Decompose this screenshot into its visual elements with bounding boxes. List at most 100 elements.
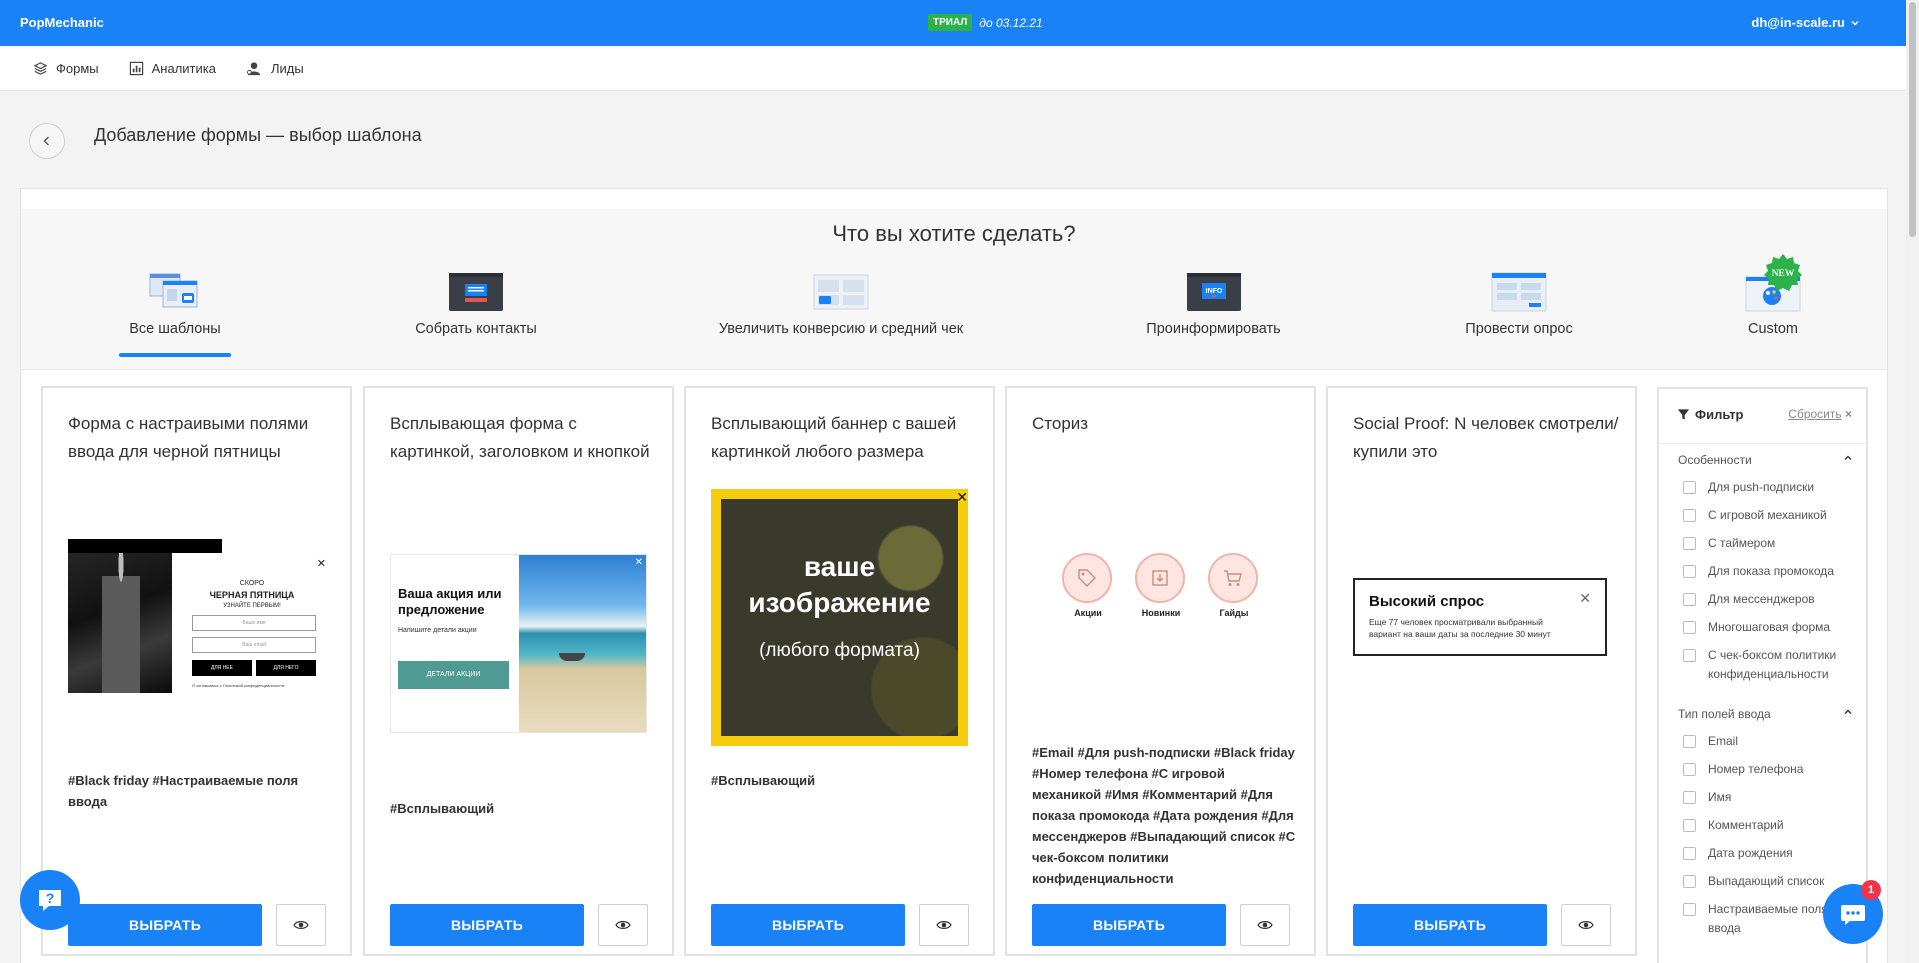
nav-item-forms[interactable]: Формы (33, 61, 99, 76)
select-button[interactable]: ВЫБРАТЬ (390, 904, 584, 946)
checkbox[interactable] (1683, 537, 1696, 550)
card-preview[interactable]: Ваша акция или предложение Напишите дета… (390, 554, 647, 733)
story-item: Гайды (1208, 553, 1260, 618)
checkbox[interactable] (1683, 903, 1696, 916)
checkbox[interactable] (1683, 819, 1696, 832)
checkbox[interactable] (1683, 565, 1696, 578)
card-preview[interactable]: ваше изображение (любого формата) ✕ (711, 489, 968, 746)
checkbox[interactable] (1683, 791, 1696, 804)
trial-date: до 03.12.21 (979, 15, 1043, 30)
help-question-icon: ? (39, 890, 61, 911)
brand-logo[interactable]: PopMechanic (20, 15, 104, 30)
select-button[interactable]: ВЫБРАТЬ (1032, 904, 1226, 946)
filter-option[interactable]: Выпадающий список (1683, 872, 1858, 891)
preview-close-icon: ✕ (956, 489, 968, 505)
card-preview[interactable]: Акции Новинки Гайды (1032, 553, 1292, 633)
close-icon: × (1844, 407, 1852, 421)
category-all-templates[interactable]: Все шаблоны (119, 271, 231, 337)
new-badge-text: NEW (1772, 269, 1795, 279)
filter-panel: Фильтр Сбросить × Особенности Для push-п… (1657, 387, 1868, 963)
preview-button[interactable] (1561, 904, 1611, 946)
card-preview[interactable]: ✕ СКОРО ЧЕРНАЯ ПЯТНИЦА УЗНАЙТЕ ПЕРВЫМ! В… (68, 539, 332, 695)
category-inform[interactable]: INFO Проинформировать (1121, 271, 1306, 337)
checkbox[interactable] (1683, 735, 1696, 748)
active-category-indicator (119, 353, 231, 357)
scrollbar-thumb[interactable] (1909, 2, 1916, 237)
preview-beach-image: ✕ (519, 555, 646, 732)
page-scrollbar[interactable] (1906, 0, 1919, 963)
filter-title: Фильтр (1677, 407, 1744, 422)
story-label: Гайды (1219, 608, 1249, 618)
preview-form: ✕ СКОРО ЧЕРНАЯ ПЯТНИЦА УЗНАЙТЕ ПЕРВЫМ! В… (172, 553, 332, 695)
new-badge: NEW (1763, 253, 1803, 293)
preview-black-bar (68, 539, 222, 553)
filter-reset-link[interactable]: Сбросить × (1788, 407, 1852, 422)
filter-option[interactable]: Для push-подписки (1683, 478, 1858, 497)
nav-label: Формы (56, 60, 99, 76)
filter-title-text: Фильтр (1695, 407, 1744, 422)
story-item: Акции (1062, 553, 1114, 618)
trial-badge: ТРИАЛ (928, 14, 973, 31)
checkbox[interactable] (1683, 481, 1696, 494)
chevron-left-icon (43, 136, 49, 146)
filter-option[interactable]: Дата рождения (1683, 844, 1858, 863)
preview-text: ЧЕРНАЯ ПЯТНИЦА (209, 590, 295, 600)
nav-item-analytics[interactable]: Аналитика (129, 61, 216, 76)
select-button[interactable]: ВЫБРАТЬ (711, 904, 905, 946)
nav-item-leads[interactable]: Лиды (246, 61, 304, 76)
category-survey[interactable]: Провести опрос (1441, 271, 1597, 337)
page-title: Добавление формы — выбор шаблона (94, 125, 422, 145)
preview-field: Ваш email (192, 637, 316, 653)
category-collect-contacts[interactable]: Собрать контакты (391, 271, 561, 337)
filter-option[interactable]: Имя (1683, 788, 1858, 807)
user-menu[interactable]: dh@in-scale.ru (1751, 15, 1860, 30)
checkbox[interactable] (1683, 621, 1696, 634)
filter-option-label: С игровой механикой (1708, 508, 1827, 522)
checkbox[interactable] (1683, 847, 1696, 860)
filter-section-title: Тип полей ввода (1678, 707, 1771, 721)
select-button[interactable]: ВЫБРАТЬ (1353, 904, 1547, 946)
info-icon-text: INFO (1205, 288, 1222, 295)
preview-button[interactable] (919, 904, 969, 946)
eye-icon (1578, 921, 1594, 929)
select-button[interactable]: ВЫБРАТЬ (68, 904, 262, 946)
filter-option[interactable]: Email (1683, 732, 1858, 751)
nav-label: Лиды (270, 60, 304, 76)
checkbox[interactable] (1683, 593, 1696, 606)
top-bar: PopMechanic ТРИАЛ до 03.12.21 dh@in-scal… (0, 0, 1906, 46)
preview-cta: ДЕТАЛИ АКЦИИ (398, 661, 509, 689)
card-title: Social Proof: N человек смотрели/купили … (1353, 414, 1619, 461)
filter-option-label: Для push-подписки (1708, 480, 1815, 494)
preview-button[interactable] (276, 904, 326, 946)
preview-button[interactable] (1240, 904, 1290, 946)
template-card: Всплывающая форма с картинкой, заголовко… (363, 386, 674, 956)
checkbox[interactable] (1683, 875, 1696, 888)
back-button[interactable] (29, 123, 65, 159)
filter-section-header[interactable]: Тип полей ввода (1678, 707, 1853, 721)
filter-option[interactable]: Комментарий (1683, 816, 1858, 835)
conversion-icon (813, 271, 869, 313)
filter-option[interactable]: С чек-боксом политики конфиденциальности (1683, 646, 1858, 684)
chevron-up-icon (1844, 455, 1852, 460)
card-preview[interactable]: Высокий спрос Еще 77 человек просматрива… (1353, 578, 1607, 656)
social-proof-text: Еще 77 человек просматривали выбранный в… (1369, 617, 1551, 639)
filter-option[interactable]: Для мессенджеров (1683, 590, 1858, 609)
filter-option[interactable]: Для показа промокода (1683, 562, 1858, 581)
filter-section-header[interactable]: Особенности (1678, 453, 1853, 467)
story-label: Акции (1074, 608, 1102, 618)
checkbox[interactable] (1683, 763, 1696, 776)
preview-button[interactable] (598, 904, 648, 946)
story-item: Новинки (1135, 553, 1187, 618)
filter-option[interactable]: Номер телефона (1683, 760, 1858, 779)
filter-option-label: Email (1708, 734, 1739, 748)
checkbox[interactable] (1683, 509, 1696, 522)
filter-option[interactable]: С игровой механикой (1683, 506, 1858, 525)
leads-icon (246, 61, 261, 75)
category-label: Увеличить конверсию и средний чек (718, 321, 964, 337)
filter-option[interactable]: Многошаговая форма (1683, 618, 1858, 637)
help-button[interactable]: ? (20, 870, 80, 930)
category-label: Все шаблоны (129, 321, 221, 337)
category-increase-conversion[interactable]: Увеличить конверсию и средний чек (689, 271, 993, 337)
filter-option[interactable]: С таймером (1683, 534, 1858, 553)
checkbox[interactable] (1683, 649, 1696, 662)
